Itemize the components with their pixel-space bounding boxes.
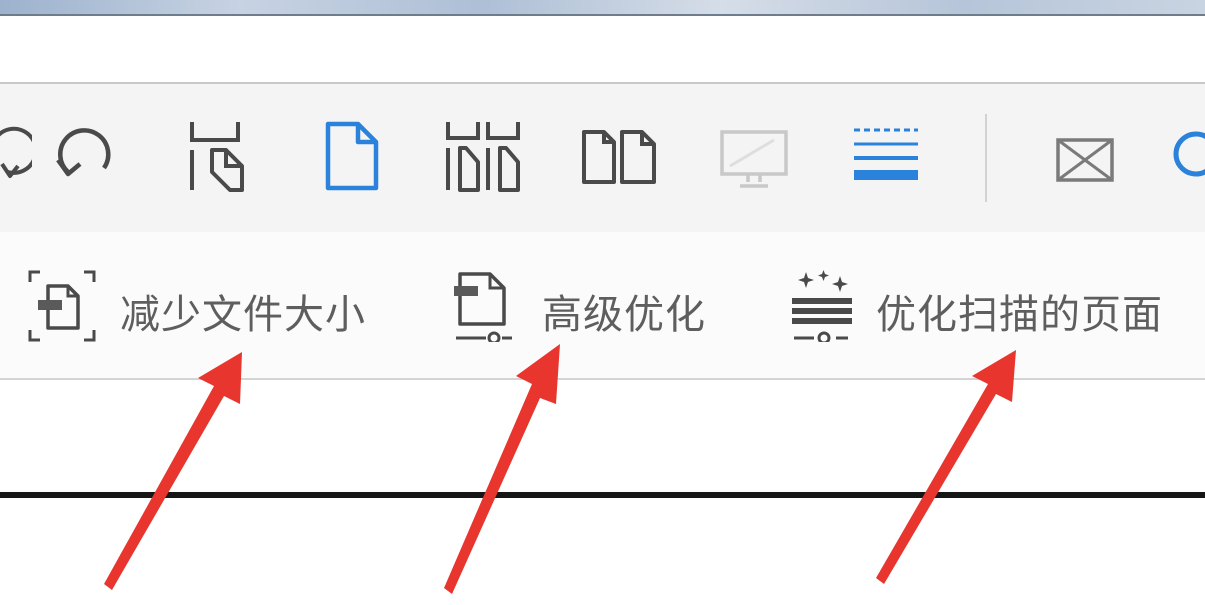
arrow-advanced-optimize — [444, 344, 560, 594]
arrow-reduce-file-size — [104, 352, 242, 590]
annotation-arrows — [104, 344, 1016, 594]
arrow-optimize-scanned-pages — [876, 350, 1016, 584]
